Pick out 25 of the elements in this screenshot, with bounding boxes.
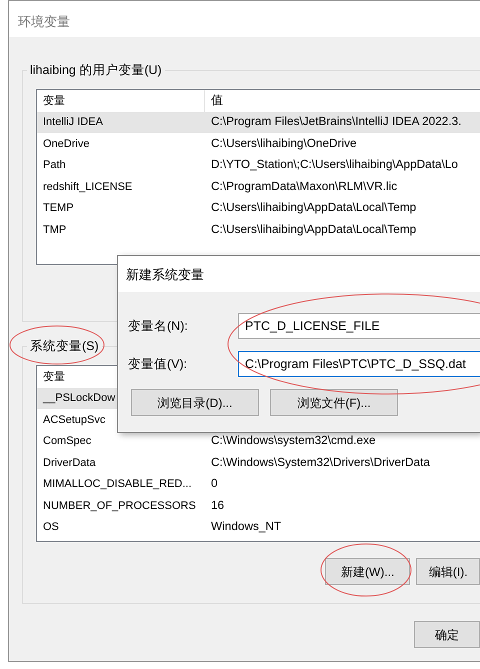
field-label: 变量值(V):	[127, 356, 188, 373]
list-row[interactable]: ComSpec C:\Windows\system32\cmd.exe	[37, 430, 480, 452]
field-label: 变量名(N):	[127, 318, 189, 335]
group-label: lihaibing 的用户变量(U)	[27, 62, 165, 78]
list-row[interactable]: IntelliJ IDEA C:\Program Files\JetBrains\IntelliJ IDEA 2022.3.	[37, 112, 480, 133]
button[interactable]: 编辑(I).	[416, 558, 480, 585]
button[interactable]: 浏览文件(F)...	[270, 389, 398, 416]
list-row[interactable]: TEMP C:\Users\lihaibing\AppData\Local\Temp	[37, 198, 480, 219]
button[interactable]: 浏览目录(D)...	[131, 389, 259, 416]
input-field[interactable]: PTC_D_LICENSE_FILE	[238, 313, 480, 339]
list-row[interactable]: MIMALLOC_DISABLE_RED... 0	[37, 474, 480, 495]
list-row[interactable]: OS Windows_NT	[37, 516, 480, 538]
list-row[interactable]: redshift_LICENSE C:\ProgramData\Maxon\RLM\VR.lic	[37, 176, 480, 198]
button[interactable]: 新建(W)...	[325, 558, 410, 585]
list-row[interactable]: Path D:\YTO_Station\;C:\Users\lihaibing\AppData\Lo	[37, 154, 480, 176]
ok-button[interactable]: 确定	[414, 621, 480, 648]
list-row[interactable]: DriverData C:\Windows\System32\Drivers\DriverData	[37, 452, 480, 474]
list-row[interactable]: NUMBER_OF_PROCESSORS 16	[37, 495, 480, 516]
group-label: 系统变量(S)	[27, 338, 102, 354]
column-header[interactable]: 值	[205, 92, 480, 110]
input-field[interactable]: C:\Program Files\PTC\PTC_D_SSQ.dat	[238, 351, 480, 377]
list-row[interactable]: OneDrive C:\Users\lihaibing\OneDrive	[37, 133, 480, 154]
dialog-title: 新建系统变量	[118, 256, 480, 292]
window-title: 环境变量	[9, 1, 480, 37]
list-row[interactable]: TMP C:\Users\lihaibing\AppData\Local\Temp	[37, 219, 480, 240]
